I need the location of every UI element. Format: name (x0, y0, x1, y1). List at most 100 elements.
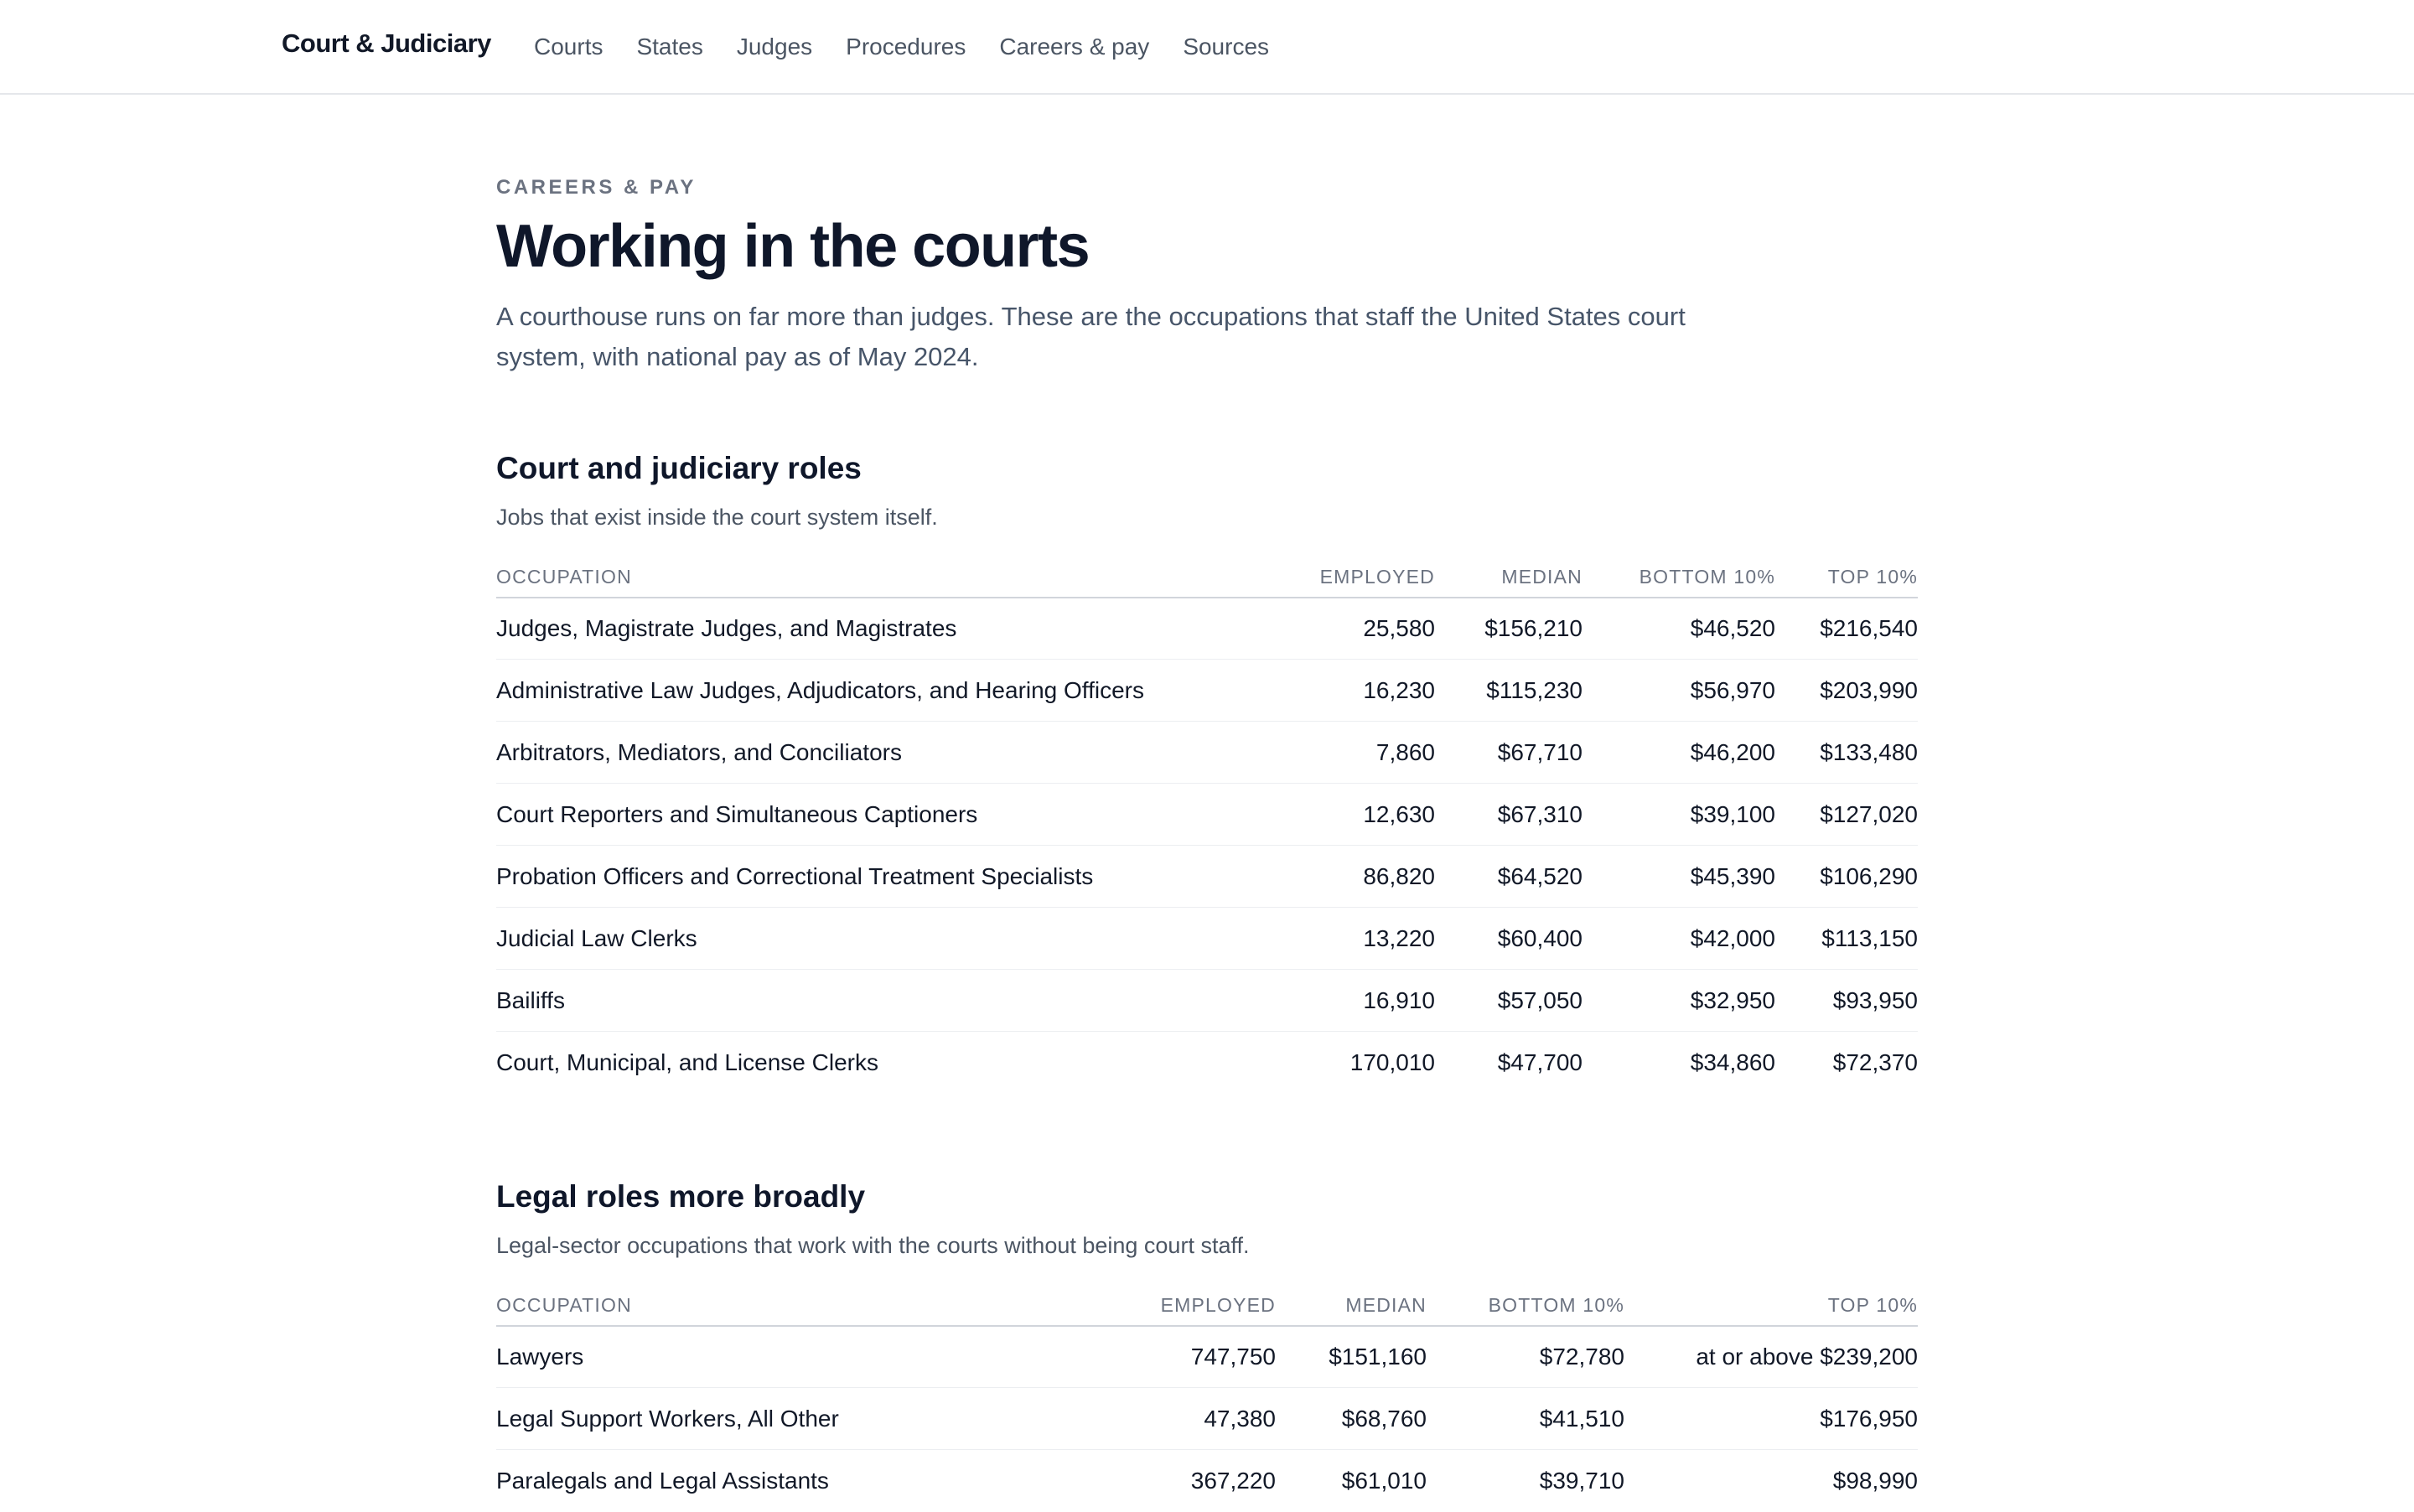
employed-cell: 12,630 (1309, 783, 1435, 847)
bottom-10-cell: $32,950 (1583, 969, 1775, 1033)
column-header-median: MEDIAN (1276, 1292, 1427, 1327)
top-10-cell: $93,950 (1775, 969, 1918, 1033)
table-row: Administrative Law Judges, Adjudicators,… (496, 659, 1918, 722)
top-10-cell: $98,990 (1832, 1468, 1918, 1494)
median-cell: $57,050 (1435, 969, 1583, 1033)
bottom-10-cell: $56,970 (1583, 659, 1775, 722)
median-cell: $60,400 (1435, 907, 1583, 971)
column-header-employed: EMPLOYED (1100, 1292, 1276, 1327)
table-row: Lawyers 747,750 $151,160 $72,780 at or above… (496, 1325, 1918, 1389)
column-header-median: MEDIAN (1435, 563, 1583, 598)
bottom-10-cell: $72,780 (1427, 1325, 1624, 1389)
legal-roles-subheading: Legal-sector occupations that work with … (496, 1232, 1250, 1258)
table-row: Bailiffs 16,910 $57,050 $32,950 $93,950 (496, 969, 1918, 1033)
column-header-occupation: OCCUPATION (496, 563, 1309, 598)
occupation-cell: Administrative Law Judges, Adjudicators,… (496, 659, 1309, 722)
occupation-cell: Paralegals and Legal Assistants (496, 1468, 829, 1494)
page-lede: A courthouse runs on far more than judge… (496, 301, 1686, 371)
table-header-row: OCCUPATION EMPLOYED MEDIAN BOTTOM 10% TO… (496, 1292, 1918, 1327)
occupation-cell: Lawyers (496, 1325, 1100, 1389)
column-header-occupation: OCCUPATION (496, 1292, 1100, 1327)
legal-roles-body: Lawyers 747,750 $151,160 $72,780 at or above… (496, 1325, 1918, 1512)
legal-roles-table: OCCUPATION EMPLOYED MEDIAN BOTTOM 10% TO… (496, 1292, 1918, 1512)
employed-cell: 25,580 (1309, 597, 1435, 660)
nav-link-courts[interactable]: Courts (534, 34, 603, 60)
top-navigation: Court & Judiciary Courts States Judges P… (0, 0, 2414, 95)
table-row: Legal Support Workers, All Other 47,380 $6… (496, 1387, 1918, 1451)
occupation-cell: Probation Officers and Correctional Trea… (496, 845, 1309, 909)
top-10-cell: $106,290 (1775, 845, 1918, 909)
court-roles-body: Judges, Magistrate Judges, and Magistrat… (496, 597, 1918, 1094)
bottom-10-cell: $39,100 (1583, 783, 1775, 847)
occupation-cell: Legal Support Workers, All Other (496, 1387, 1100, 1451)
page-title: Working in the courts (496, 213, 1090, 280)
employed-cell: 7,860 (1309, 721, 1435, 784)
column-header-bottom-10: BOTTOM 10% (1427, 1292, 1624, 1327)
occupation-cell: Court Reporters and Simultaneous Caption… (496, 783, 1309, 847)
employed-cell: 367,220 (1190, 1468, 1276, 1494)
employed-cell: 86,820 (1309, 845, 1435, 909)
bottom-10-cell: $46,200 (1583, 721, 1775, 784)
bottom-10-cell: $42,000 (1583, 907, 1775, 971)
bottom-10-cell: $41,510 (1427, 1387, 1624, 1451)
employed-cell: 747,750 (1100, 1325, 1276, 1389)
bottom-10-cell: $45,390 (1583, 845, 1775, 909)
occupation-cell: Judicial Law Clerks (496, 907, 1309, 971)
table-row: Paralegals and Legal Assistants 367,220 $6… (496, 1450, 1918, 1512)
column-header-employed: EMPLOYED (1309, 563, 1435, 598)
median-cell: $61,010 (1341, 1468, 1427, 1494)
bottom-10-cell: $46,520 (1583, 597, 1775, 660)
legal-roles-heading: Legal roles more broadly (496, 1178, 866, 1214)
main-content: CAREERS & PAY Working in the courts A co… (496, 176, 1918, 1512)
median-cell: $68,760 (1276, 1387, 1427, 1451)
table-header-row: OCCUPATION EMPLOYED MEDIAN BOTTOM 10% TO… (496, 563, 1918, 598)
top-10-cell: $113,150 (1775, 907, 1918, 971)
section-eyebrow: CAREERS & PAY (496, 176, 697, 199)
court-roles-subheading: Jobs that exist inside the court system … (496, 504, 938, 530)
median-cell: $151,160 (1276, 1325, 1427, 1389)
occupation-cell: Bailiffs (496, 969, 1309, 1033)
bottom-10-cell: $34,860 (1690, 1049, 1775, 1075)
column-header-bottom-10: BOTTOM 10% (1583, 563, 1775, 598)
nav-links: Courts States Judges Procedures Careers … (534, 34, 1269, 60)
table-row: Probation Officers and Correctional Trea… (496, 845, 1918, 909)
brand-logo[interactable]: Court & Judiciary (282, 28, 491, 59)
occupation-cell: Court, Municipal, and License Clerks (496, 1049, 878, 1075)
median-cell: $115,230 (1435, 659, 1583, 722)
employed-cell: 16,230 (1309, 659, 1435, 722)
median-cell: $67,310 (1435, 783, 1583, 847)
column-header-top-10: TOP 10% (1775, 563, 1918, 598)
table-row: Arbitrators, Mediators, and Conciliators… (496, 721, 1918, 784)
nav-link-states[interactable]: States (636, 34, 702, 60)
nav-link-procedures[interactable]: Procedures (846, 34, 966, 60)
median-cell: $64,520 (1435, 845, 1583, 909)
nav-link-judges[interactable]: Judges (737, 34, 812, 60)
median-cell: $156,210 (1435, 597, 1583, 660)
legal-roles-section: Legal roles more broadly Legal-sector oc… (496, 1179, 1918, 1512)
table-row: Court Reporters and Simultaneous Caption… (496, 783, 1918, 847)
top-10-cell: $133,480 (1775, 721, 1918, 784)
top-10-cell: at or above $239,200 (1624, 1325, 1918, 1389)
table-row: Court, Municipal, and License Clerks 170,… (496, 1032, 1918, 1094)
table-row: Judicial Law Clerks 13,220 $60,400 $42,000 $… (496, 907, 1918, 971)
table-row: Judges, Magistrate Judges, and Magistrat… (496, 597, 1918, 660)
column-header-top-10: TOP 10% (1624, 1292, 1918, 1327)
employed-cell: 13,220 (1309, 907, 1435, 971)
top-10-cell: $216,540 (1775, 597, 1918, 660)
top-10-cell: $176,950 (1624, 1387, 1918, 1451)
court-roles-heading: Court and judiciary roles (496, 450, 862, 485)
occupation-cell: Arbitrators, Mediators, and Conciliators (496, 721, 1309, 784)
employed-cell: 170,010 (1349, 1049, 1435, 1075)
top-10-cell: $72,370 (1832, 1049, 1918, 1075)
employed-cell: 16,910 (1309, 969, 1435, 1033)
nav-link-careers-pay[interactable]: Careers & pay (999, 34, 1149, 60)
bottom-10-cell: $39,710 (1539, 1468, 1624, 1494)
top-10-cell: $127,020 (1775, 783, 1918, 847)
nav-link-sources[interactable]: Sources (1183, 34, 1269, 60)
top-10-cell: $203,990 (1775, 659, 1918, 722)
employed-cell: 47,380 (1100, 1387, 1276, 1451)
court-roles-table: OCCUPATION EMPLOYED MEDIAN BOTTOM 10% TO… (496, 563, 1918, 1094)
court-roles-section: Court and judiciary roles Jobs that exis… (496, 451, 1918, 1094)
occupation-cell: Judges, Magistrate Judges, and Magistrat… (496, 597, 1309, 660)
median-cell: $47,700 (1497, 1049, 1583, 1075)
